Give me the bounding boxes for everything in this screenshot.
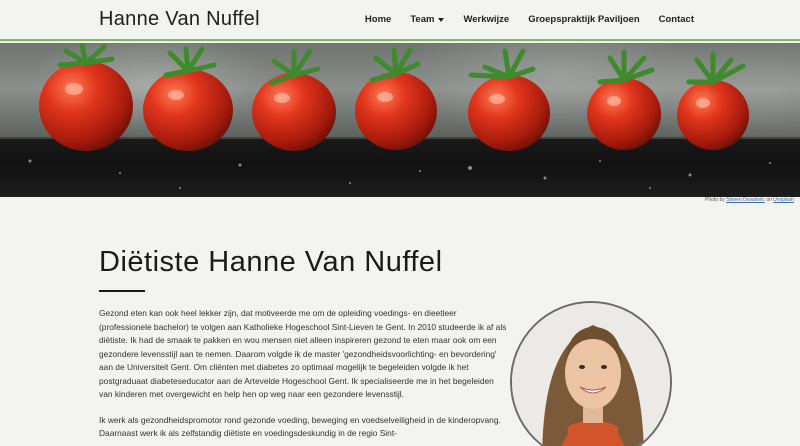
person-illustration — [512, 303, 670, 446]
tomatoes-illustration — [28, 43, 771, 189]
tomato — [587, 49, 661, 150]
tomato — [252, 48, 336, 151]
photo-credit-prefix: Photo by — [705, 197, 725, 203]
nav-item-team[interactable]: Team — [410, 14, 445, 25]
chevron-down-icon — [438, 17, 445, 22]
photo-credit: Photo by Steven Duvalovic on Unsplash — [705, 197, 794, 203]
nav-label: Groepspraktijk Paviljoen — [528, 14, 640, 25]
tomato — [468, 48, 550, 151]
tomato — [39, 43, 133, 151]
nav-label: Home — [364, 14, 392, 25]
nav-item-contact[interactable]: Contact — [659, 14, 694, 25]
portrait-photo — [510, 301, 672, 446]
photo-credit-on: on — [766, 197, 772, 203]
site-brand[interactable]: Hanne Van Nuffel — [99, 8, 260, 31]
tomato — [143, 46, 233, 151]
nav-item-home[interactable]: Home — [365, 14, 391, 25]
hero-image — [0, 43, 800, 197]
nav-label: Werkwijze — [463, 14, 510, 25]
main-nav: Home Team Werkwijze Groepspraktijk Pavil… — [365, 14, 694, 25]
nav-label: Team — [410, 14, 435, 25]
tomato — [677, 51, 749, 150]
intro-text: Gezond eten kan ook heel lekker zijn, da… — [99, 307, 507, 446]
ledge-texture — [28, 159, 771, 189]
intro-paragraph: Gezond eten kan ook heel lekker zijn, da… — [99, 308, 507, 399]
page-title: Diëtiste Hanne Van Nuffel — [99, 246, 443, 278]
site-header: Hanne Van Nuffel Home Team Werkwijze Gro… — [0, 0, 800, 41]
photo-credit-site-link[interactable]: Unsplash — [773, 197, 794, 203]
nav-item-groepspraktijk[interactable]: Groepspraktijk Paviljoen — [528, 14, 639, 25]
title-divider — [99, 290, 145, 292]
intro-paragraph: Ik werk als gezondheidspromotor rond gez… — [99, 414, 501, 439]
nav-label: Contact — [658, 14, 694, 25]
photo-credit-author-link[interactable]: Steven Duvalovic — [726, 197, 765, 203]
nav-item-werkwijze[interactable]: Werkwijze — [463, 14, 509, 25]
tomato — [355, 47, 437, 150]
